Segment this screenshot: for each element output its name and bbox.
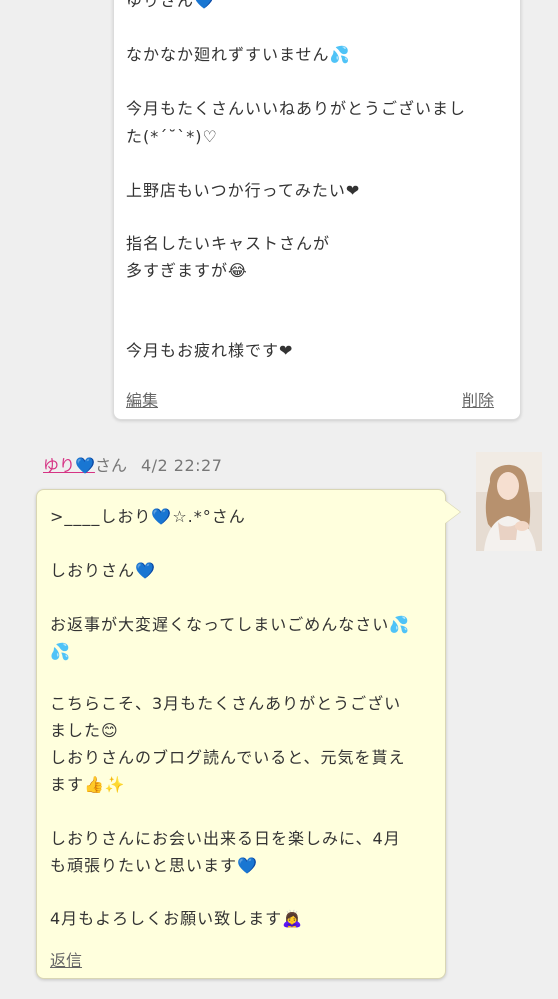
message-card-reply: >____しおり💙☆.*°さん しおりさん💙 お返事が大変遅くなってしまいごめん… [36,489,446,979]
message-line: 上野店もいつか行ってみたい❤ [126,181,361,200]
message-line: お返事が大変遅くなってしまいごめんなさい💦 [50,615,411,634]
sender-name-link[interactable]: ゆり💙 [43,456,95,475]
message-card-own: ゆりさん💙 なかなか廻れずすいません💦 今月もたくさんいいねありがとうございまし… [113,0,521,420]
message-line: 💦 [50,642,71,661]
message-line: 今月もお疲れ様です❤ [126,341,294,360]
avatar[interactable] [476,452,542,551]
reply-link[interactable]: 返信 [50,947,82,971]
delete-link[interactable]: 削除 [462,387,494,411]
message-line: た(*´˘`*)♡ [126,127,218,146]
message-line: こちらこそ、3月もたくさんありがとうござい [50,694,402,713]
speech-bubble-tail [444,500,460,524]
avatar-photo-icon [476,452,542,551]
sender-suffix: さん [94,456,127,475]
message-line: しおりさんのブログ読んでいると、元気を貰え [50,748,406,767]
message-line: 多すぎますが😂 [126,261,248,280]
message-line: も頑張りたいと思います💙 [50,856,258,875]
message-header: ゆり💙さん 4/2 22:27 [43,452,222,476]
quote-line: >____しおり💙☆.*°さん [50,507,246,526]
message-line: ゆりさん💙 [126,0,215,10]
message-line: ました😊 [50,721,119,740]
edit-link[interactable]: 編集 [126,387,158,411]
message-line: 指名したいキャストさんが [126,234,331,253]
message-board: ゆりさん💙 なかなか廻れずすいません💦 今月もたくさんいいねありがとうございまし… [0,0,558,999]
message-line: なかなか廻れずすいません💦 [126,45,351,64]
message-line: ます👍✨ [50,775,126,794]
message-line: 今月もたくさんいいねありがとうございまし [126,99,467,118]
message-line: 4月もよろしくお願い致します🙇‍♀️ [50,909,304,928]
message-line: しおりさんにお会い出来る日を楽しみに、4月 [50,829,401,848]
message-timestamp: 4/2 22:27 [140,456,223,475]
message-line: しおりさん💙 [50,561,156,580]
